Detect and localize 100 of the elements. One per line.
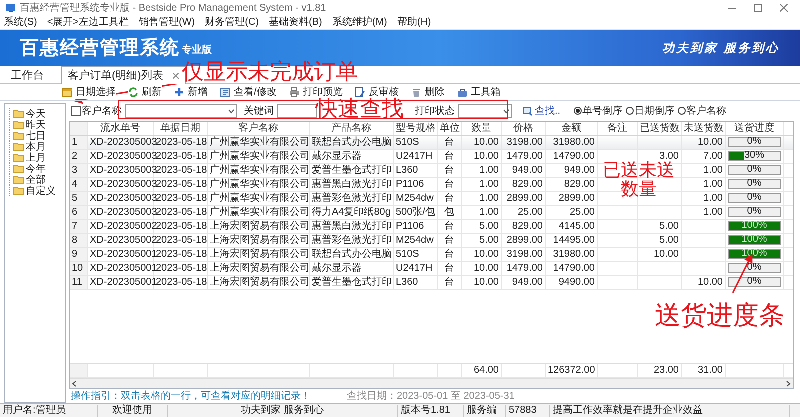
annotation-text: 已送未送数量 <box>602 161 676 199</box>
row-number: 6 <box>70 206 88 219</box>
table-cell: 1479.00 <box>502 150 546 163</box>
table-cell: 510S <box>394 248 438 261</box>
column-header[interactable]: 送货进度 <box>726 122 784 135</box>
toolbar-button[interactable]: 工具箱 <box>456 85 501 99</box>
table-cell: 台 <box>438 248 462 261</box>
table-cell: 台 <box>438 192 462 205</box>
tree-item[interactable]: 自定义 <box>9 185 65 196</box>
tree-item[interactable]: 上月 <box>9 152 65 163</box>
table-cell: 510S <box>394 136 438 149</box>
toolbar-button[interactable]: 查看/修改 <box>220 85 277 99</box>
table-cell: 14790.00 <box>546 262 598 275</box>
column-header[interactable]: 备注 <box>598 122 638 135</box>
folder-icon <box>13 131 24 140</box>
table-cell: 上海宏图贸易有限公司 <box>208 262 310 275</box>
table-cell: 10.00 <box>462 150 502 163</box>
row-number: 1 <box>70 136 88 149</box>
menu-item[interactable]: 帮助(H) <box>397 15 432 29</box>
row-number: 3 <box>70 164 88 177</box>
column-header[interactable]: 流水单号 <box>88 122 154 135</box>
search-icon <box>523 106 533 116</box>
column-header[interactable]: 价格 <box>502 122 546 135</box>
toolbar-button[interactable]: 新增 <box>174 85 208 99</box>
tree-item[interactable]: 今天 <box>9 108 65 119</box>
column-header[interactable]: 已送货数 <box>638 122 682 135</box>
progress-label: 100% <box>740 250 768 258</box>
tree-item[interactable]: 本月 <box>9 141 65 152</box>
find-link[interactable]: 查找.. <box>535 104 561 118</box>
toolbar-button[interactable]: 日期选择 <box>62 85 116 99</box>
table-cell: 829.00 <box>502 220 546 233</box>
table-cell: 广州赢华实业有限公司 <box>208 136 310 149</box>
horizontal-scrollbar[interactable] <box>70 378 793 388</box>
total-cell: 64.00 <box>462 364 502 377</box>
annotation-text: 送货进度条 <box>655 302 785 330</box>
table-cell: 台 <box>438 262 462 275</box>
menu-item[interactable]: 基础资料(B) <box>269 15 322 29</box>
table-cell: 广州赢华实业有限公司 <box>208 206 310 219</box>
toolbox-icon <box>456 86 468 98</box>
column-header[interactable]: 单位 <box>438 122 462 135</box>
table-cell: 25.00 <box>546 206 598 219</box>
menu-item[interactable]: 系统维护(M) <box>332 15 388 29</box>
toolbar-button[interactable]: 反审核 <box>354 85 399 99</box>
sort-radio[interactable]: 客户名称 <box>678 104 727 118</box>
table-cell: U2417H <box>394 262 438 275</box>
table-cell: 惠普黑白激光打印 <box>310 178 394 191</box>
scroll-left-icon[interactable] <box>72 380 77 386</box>
table-cell: 2899.00 <box>502 192 546 205</box>
toolbar-button[interactable]: 删除 <box>410 85 445 99</box>
table-cell: 包 <box>438 206 462 219</box>
guide-hint: 操作指引：双击表格的一行，可查看对应的明细记录！ <box>71 390 311 403</box>
toolbar-button[interactable]: 打印预览 <box>288 85 343 99</box>
column-header[interactable]: 未送货数 <box>682 122 726 135</box>
column-header[interactable]: 金额 <box>546 122 598 135</box>
column-header[interactable]: 单据日期 <box>154 122 208 135</box>
table-cell: 10.00 <box>462 248 502 261</box>
tab[interactable]: 工作台 <box>4 66 51 83</box>
column-header[interactable]: 数量 <box>462 122 502 135</box>
table-cell: 10.00 <box>638 248 682 261</box>
row-number: 10 <box>70 262 88 275</box>
print-status-dropdown[interactable] <box>458 104 512 118</box>
progress-label: 30% <box>743 152 766 160</box>
scroll-right-icon[interactable] <box>786 380 791 386</box>
tree-item[interactable]: 今年 <box>9 163 65 174</box>
keyword-field[interactable] <box>277 104 317 118</box>
column-header[interactable]: 客户名称 <box>208 122 310 135</box>
calendar-icon <box>62 86 73 98</box>
table-cell: 广州赢华实业有限公司 <box>208 192 310 205</box>
column-header[interactable]: 产品名称 <box>310 122 394 135</box>
table-cell: 联想台式办公电脑 <box>310 248 394 261</box>
progress-label: 0% <box>746 264 763 272</box>
tree-item[interactable]: 昨天 <box>9 119 65 130</box>
folder-icon <box>13 186 24 195</box>
status-text: 功夫到家 服务到心 <box>168 404 398 416</box>
table-cell: 上海宏图贸易有限公司 <box>208 276 310 289</box>
toolbar-button[interactable]: 刷新 <box>128 85 162 99</box>
column-header[interactable]: 型号规格 <box>394 122 438 135</box>
table-cell: 2899.00 <box>502 234 546 247</box>
tree-item[interactable]: 七日 <box>9 130 65 141</box>
folder-icon <box>13 164 24 173</box>
edition-label: 专业版 <box>182 44 212 57</box>
sort-radio[interactable]: 单号倒序 <box>574 104 623 118</box>
tree-item[interactable]: 全部 <box>9 174 65 185</box>
table-cell: 10.00 <box>462 262 502 275</box>
close-icon[interactable] <box>780 4 788 12</box>
table-cell: 949.00 <box>502 164 546 177</box>
status-text: 版本号1.81 <box>398 404 464 416</box>
menu-item[interactable]: 系统(S) <box>4 15 38 29</box>
menu-item[interactable]: <展开>左边工具栏 <box>47 15 130 29</box>
sort-radio[interactable]: 日期倒序 <box>626 104 675 118</box>
table-cell: 31980.00 <box>546 248 598 261</box>
close-icon[interactable] <box>173 72 180 78</box>
menu-item[interactable]: 销售管理(W) <box>139 15 196 29</box>
maximize-icon[interactable] <box>754 4 762 12</box>
table-cell: 台 <box>438 220 462 233</box>
table-cell: 829.00 <box>546 178 598 191</box>
menu-item[interactable]: 财务管理(C) <box>205 15 260 29</box>
status-text: 服务编 <box>464 404 506 416</box>
table-cell: P1106 <box>394 178 438 191</box>
print-status-label: 打印状态 <box>415 104 455 118</box>
